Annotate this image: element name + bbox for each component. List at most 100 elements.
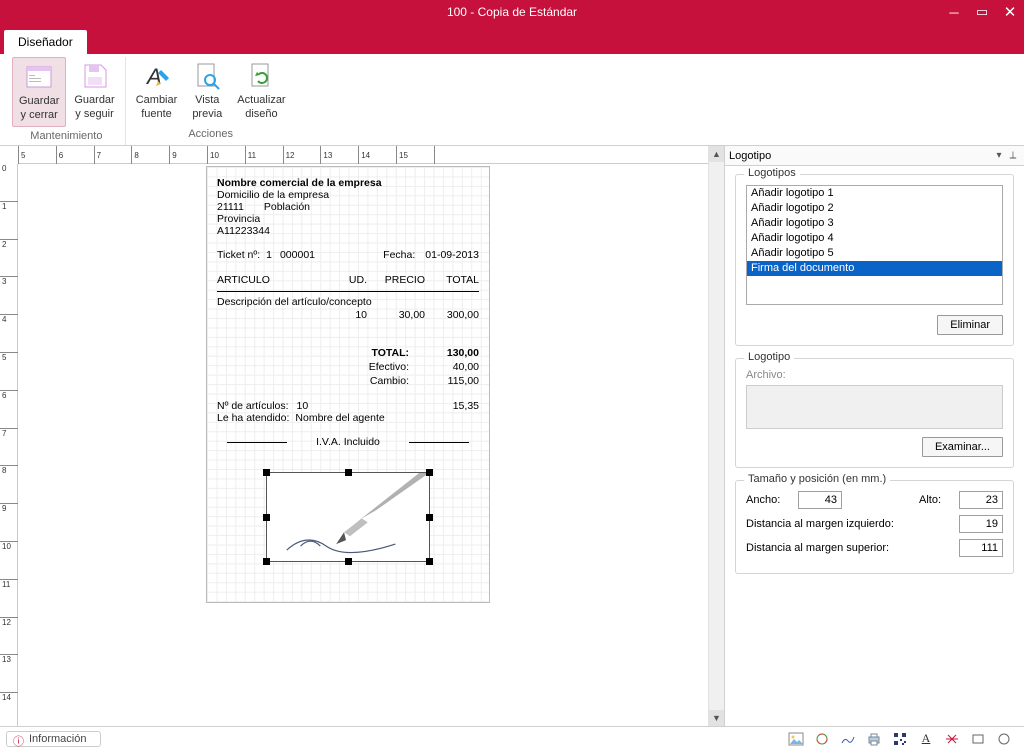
refresh-design-button[interactable]: Actualizar diseño [231, 57, 291, 125]
list-item[interactable]: Añadir logotipo 2 [747, 201, 1002, 216]
tool-signature-icon[interactable] [836, 729, 860, 749]
tool-circle-icon[interactable] [992, 729, 1016, 749]
horizontal-ruler: 0123456789101112131415 [18, 146, 724, 164]
ribbon-group-acciones: A Cambiar fuente Vista previa Actualizar… [126, 57, 296, 145]
agent-name: Nombre del agente [295, 412, 384, 424]
list-item[interactable]: Añadir logotipo 4 [747, 231, 1002, 246]
info-button[interactable]: Información [6, 731, 101, 747]
list-item[interactable]: Añadir logotipo 5 [747, 246, 1002, 261]
cash-label: Efectivo: [309, 360, 409, 374]
preview-icon [191, 60, 223, 92]
list-item[interactable]: Añadir logotipo 3 [747, 216, 1002, 231]
logotipos-legend: Logotipos [744, 167, 800, 179]
ribbon-group-mantenimiento: Guardar y cerrar Guardar y seguir Manten… [8, 57, 126, 145]
tool-rect-icon[interactable] [966, 729, 990, 749]
article-count-label: Nº de artículos: [217, 400, 289, 412]
preview-button[interactable]: Vista previa [185, 57, 229, 125]
change-font-button[interactable]: A Cambiar fuente [130, 57, 184, 125]
ticket-preview: Nombre comercial de la empresa Domicilio… [206, 166, 490, 603]
label-l1: Vista [195, 94, 219, 108]
refresh-icon [245, 60, 277, 92]
vertical-scrollbar[interactable]: ▲ ▼ [708, 146, 724, 726]
panel-dropdown[interactable]: Logotipo [729, 150, 992, 162]
maximize-button[interactable]: ▭ [968, 0, 996, 24]
logotipo-group: Logotipo Archivo: Examinar... [735, 358, 1014, 468]
logotipo-legend: Logotipo [744, 351, 794, 363]
total-value: 130,00 [409, 346, 479, 360]
company-name: Nombre comercial de la empresa [217, 177, 479, 189]
height-label: Alto: [919, 494, 953, 506]
top-margin-label: Distancia al margen superior: [746, 542, 953, 554]
label-l2: fuente [141, 108, 172, 122]
top-margin-input[interactable] [959, 539, 1003, 557]
tool-print-icon[interactable] [862, 729, 886, 749]
iva-included: I.V.A. Incluido [217, 436, 479, 448]
save-and-continue-button[interactable]: Guardar y seguir [68, 57, 120, 127]
left-margin-input[interactable] [959, 515, 1003, 533]
label-l1: Cambiar [136, 94, 178, 108]
change-label: Cambio: [309, 374, 409, 388]
scroll-down-icon[interactable]: ▼ [709, 710, 724, 726]
col-qty: UD. [327, 273, 367, 287]
statusbar: Información A [0, 726, 1024, 750]
height-input[interactable] [959, 491, 1003, 509]
company-city: Población [264, 201, 310, 213]
misc-amount: 15,35 [453, 400, 479, 412]
total-label: TOTAL: [309, 346, 409, 360]
size-legend: Tamaño y posición (en mm.) [744, 473, 890, 485]
served-by-label: Le ha atendido: [217, 412, 289, 424]
label-l2: previa [192, 108, 222, 122]
date-label: Fecha: [383, 249, 415, 261]
font-icon: A [141, 60, 173, 92]
properties-panel: Logotipo ▾ ⟂ Logotipos Añadir logotipo 1… [724, 146, 1024, 726]
save-icon [79, 60, 111, 92]
tool-logo-icon[interactable] [810, 729, 834, 749]
titlebar: 100 - Copia de Estándar ─ ▭ ✕ [0, 0, 1024, 24]
tab-designer[interactable]: Diseñador [4, 30, 87, 54]
label-l2: y seguir [75, 108, 114, 122]
design-canvas-pane: 0123456789101112131415 01234567891011121… [0, 146, 724, 726]
delete-button[interactable]: Eliminar [937, 315, 1003, 335]
label-l1: Actualizar [237, 94, 285, 108]
save-close-icon [23, 61, 55, 93]
company-taxid: A11223344 [217, 225, 479, 237]
item-description: Descripción del artículo/concepto [217, 296, 479, 308]
panel-pin-icon[interactable]: ⟂ [1006, 150, 1020, 161]
label-l1: Guardar [19, 95, 59, 109]
list-item[interactable]: Añadir logotipo 1 [747, 186, 1002, 201]
tool-cut-icon[interactable] [940, 729, 964, 749]
scroll-up-icon[interactable]: ▲ [709, 146, 724, 162]
group-label-mantenimiento: Mantenimiento [30, 127, 102, 144]
ribbon-tab-row: Diseñador [0, 24, 1024, 54]
ribbon: Guardar y cerrar Guardar y seguir Manten… [0, 54, 1024, 146]
col-price: PRECIO [367, 273, 425, 287]
col-total: TOTAL [425, 273, 479, 287]
article-count-value: 10 [297, 400, 309, 412]
company-zip: 21111 [217, 201, 244, 213]
label-l2: diseño [245, 108, 277, 122]
vertical-ruler: 0123456789101112131415 [0, 164, 18, 726]
panel-dropdown-arrow-icon[interactable]: ▾ [992, 150, 1006, 161]
left-margin-label: Distancia al margen izquierdo: [746, 518, 953, 530]
ticket-label: Ticket nº: [217, 249, 260, 261]
canvas[interactable]: Nombre comercial de la empresa Domicilio… [18, 164, 708, 726]
label-l2: y cerrar [21, 109, 58, 123]
tool-font-icon[interactable]: A [914, 729, 938, 749]
save-and-close-button[interactable]: Guardar y cerrar [12, 57, 66, 127]
minimize-button[interactable]: ─ [940, 0, 968, 24]
list-item[interactable]: Firma del documento [747, 261, 1002, 276]
cash-value: 40,00 [409, 360, 479, 374]
tool-qr-icon[interactable] [888, 729, 912, 749]
company-province: Provincia [217, 213, 479, 225]
tool-image-icon[interactable] [784, 729, 808, 749]
width-input[interactable] [798, 491, 842, 509]
ticket-number: 000001 [280, 249, 315, 261]
archivo-preview [746, 385, 1003, 429]
close-button[interactable]: ✕ [996, 0, 1024, 24]
signature-image-box[interactable] [266, 472, 430, 562]
browse-button[interactable]: Examinar... [922, 437, 1003, 457]
label-l1: Guardar [74, 94, 114, 108]
logotipos-listbox[interactable]: Añadir logotipo 1Añadir logotipo 2Añadir… [746, 185, 1003, 305]
size-position-group: Tamaño y posición (en mm.) Ancho: Alto: … [735, 480, 1014, 574]
width-label: Ancho: [746, 494, 792, 506]
